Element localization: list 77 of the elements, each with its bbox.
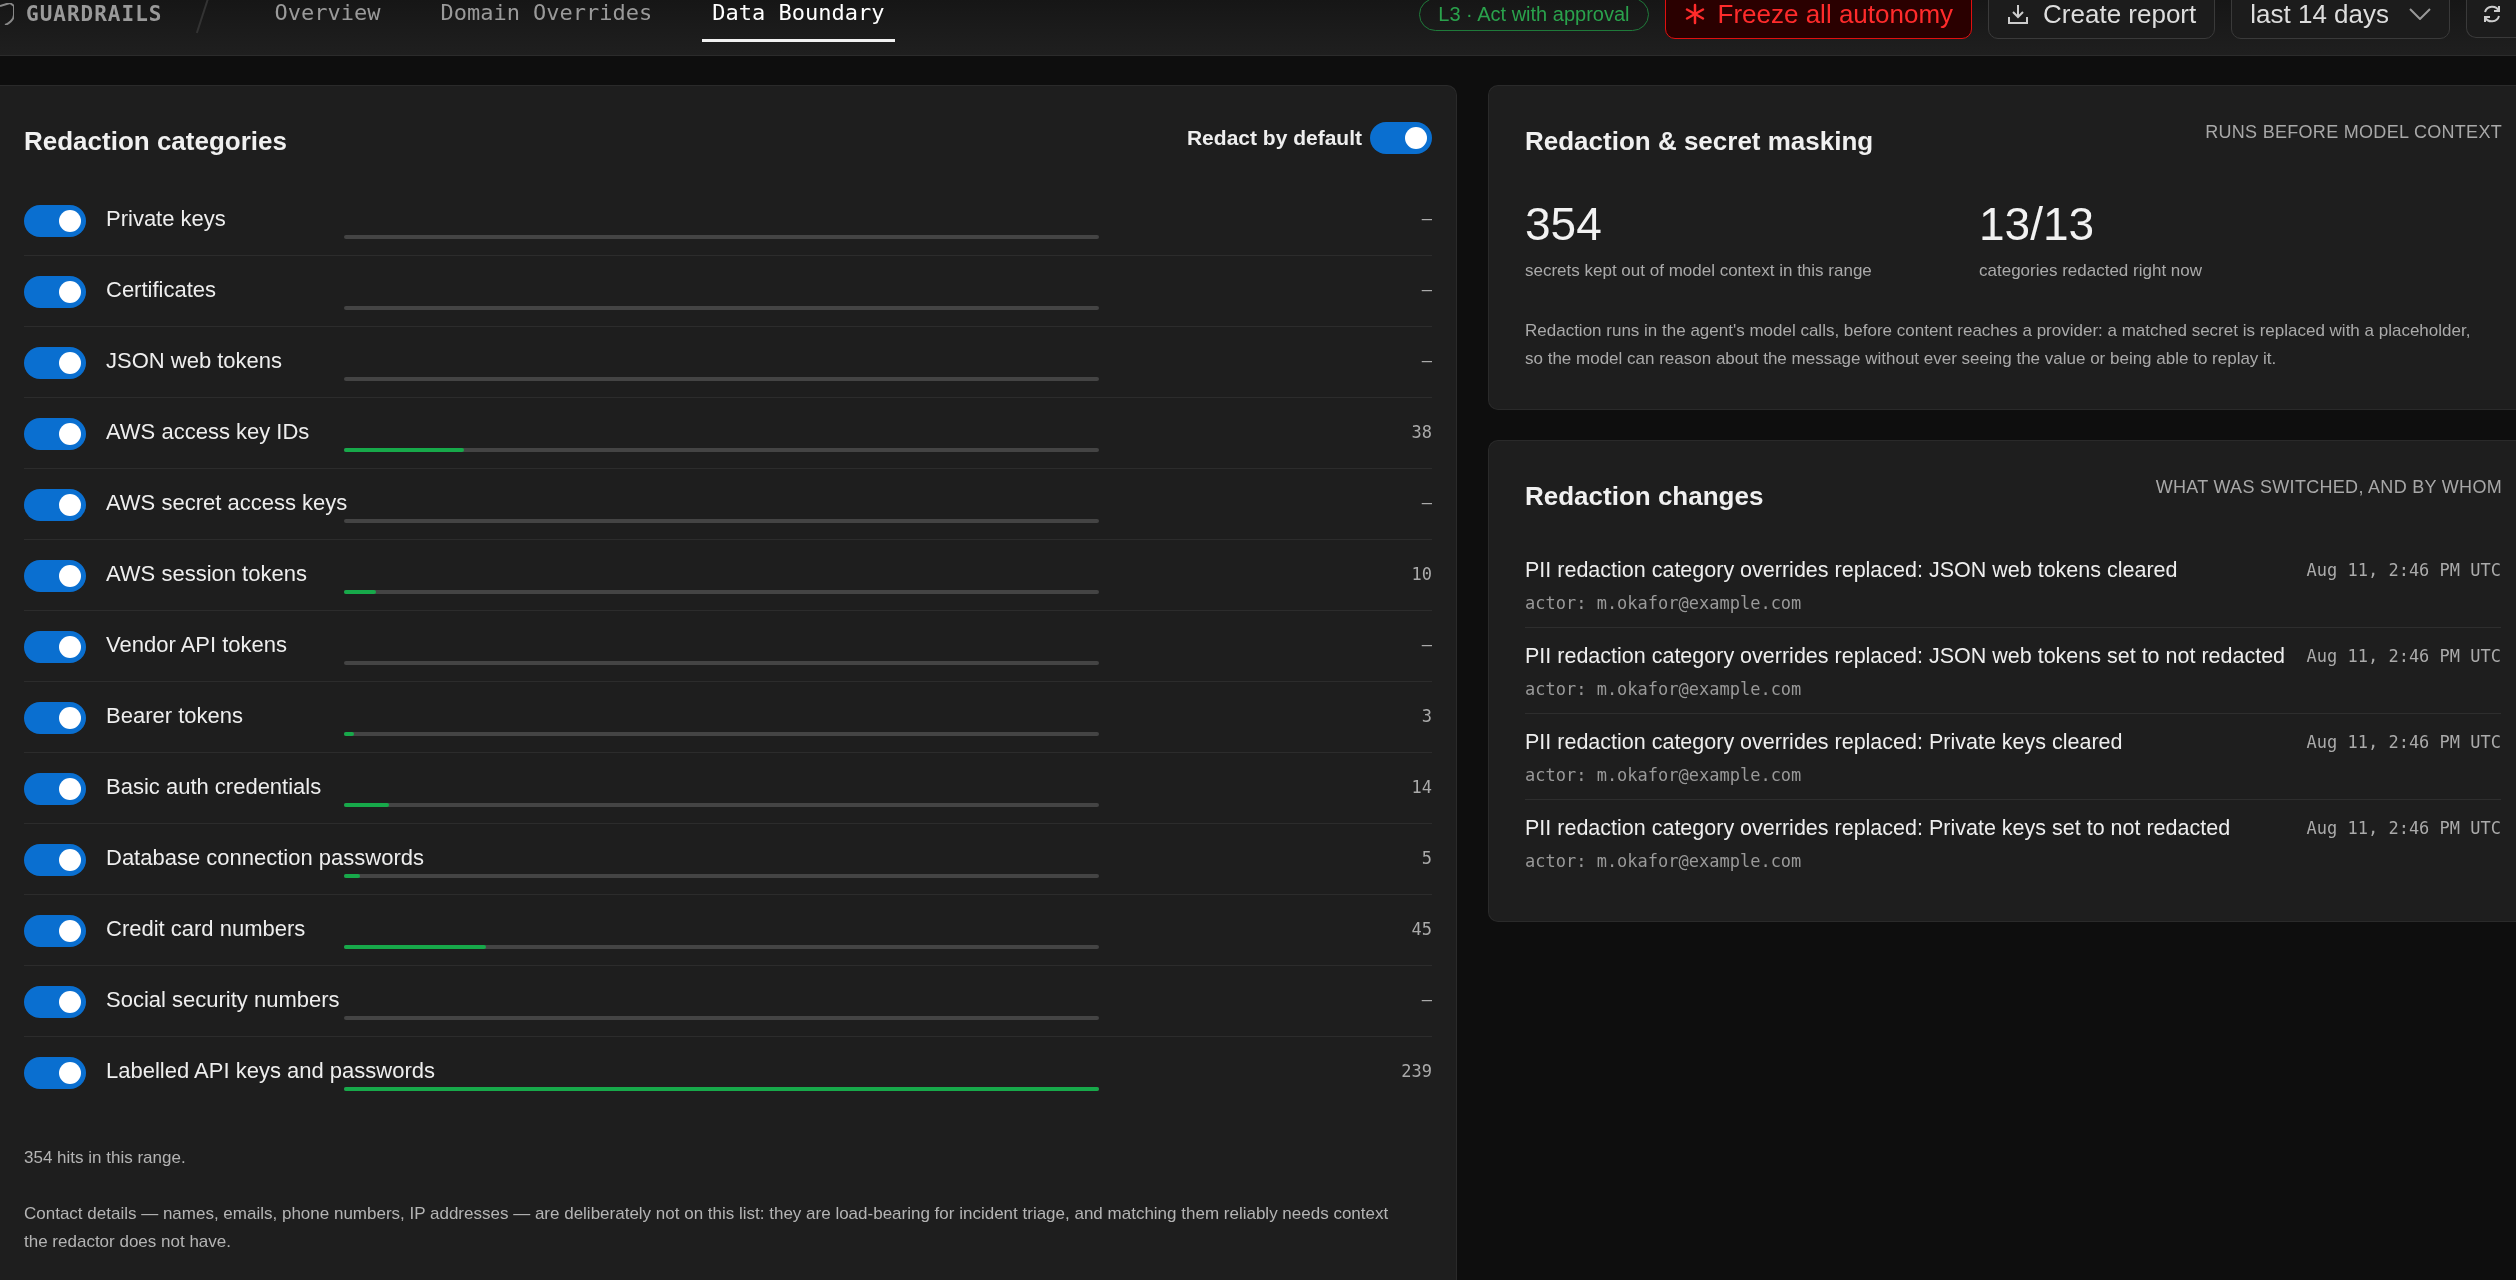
change-actor: actor: m.okafor@example.com xyxy=(1525,679,1803,699)
refresh-button[interactable] xyxy=(2466,0,2516,38)
snowflake-icon xyxy=(1683,3,1706,25)
stat-label: secrets kept out of model context in this range xyxy=(1525,261,1873,281)
category-toggle[interactable] xyxy=(24,1057,86,1089)
category-name: Database connection passwords xyxy=(106,844,425,872)
category-name: Labelled API keys and passwords xyxy=(106,1057,436,1085)
change-time: Aug 11, 2:46 PM UTC xyxy=(2306,645,2501,668)
brand-name: GUARDRAILS xyxy=(26,2,163,26)
nav-tab[interactable]: Overview xyxy=(264,0,391,42)
hit-count: – xyxy=(1420,492,1432,515)
category-toggle[interactable] xyxy=(24,347,86,379)
category-toggle[interactable] xyxy=(24,986,86,1018)
panel-title: Redaction changes xyxy=(1525,480,1764,512)
date-range-select[interactable]: last 14 days xyxy=(2231,0,2450,39)
category-name: AWS session tokens xyxy=(106,560,308,588)
toggle-label: Redact by default xyxy=(1186,126,1362,150)
hit-count: – xyxy=(1420,350,1432,373)
category-name: Basic auth credentials xyxy=(106,773,323,801)
change-time: Aug 11, 2:46 PM UTC xyxy=(2306,731,2501,754)
change-actor: actor: m.okafor@example.com xyxy=(1525,765,1803,785)
stat-label: categories redacted right now xyxy=(1979,261,2204,281)
category-toggle[interactable] xyxy=(24,489,86,521)
panel-title: Redaction categories xyxy=(24,125,287,157)
panel-caption: WHAT WAS SWITCHED, AND BY WHOM xyxy=(2155,477,2502,498)
create-report-button[interactable]: Create report xyxy=(1988,0,2216,39)
footnote-text: Contact details — names, emails, phone numbers, IP addresses — are deliberately not on this list: they are load-bearing for incident triage, and matching them reliably needs context the redactor does not have. xyxy=(24,1203,1390,1253)
download-icon xyxy=(2007,3,2030,25)
category-name: Bearer tokens xyxy=(106,702,244,730)
change-time: Aug 11, 2:46 PM UTC xyxy=(2306,559,2501,582)
hit-count: – xyxy=(1420,208,1432,231)
nav-tab[interactable]: Data Boundary xyxy=(702,0,895,42)
hit-count: 45 xyxy=(1410,918,1432,941)
panel-title: Redaction & secret masking xyxy=(1525,125,1874,157)
category-name: Social security numbers xyxy=(106,986,341,1014)
hit-count: 5 xyxy=(1420,847,1432,870)
category-toggle[interactable] xyxy=(24,915,86,947)
hit-count: 3 xyxy=(1420,705,1432,728)
category-name: AWS secret access keys xyxy=(106,489,349,517)
category-toggle[interactable] xyxy=(24,205,86,237)
hit-count: 14 xyxy=(1410,776,1432,799)
category-toggle[interactable] xyxy=(24,631,86,663)
hit-count: 239 xyxy=(1400,1060,1432,1083)
hit-count: 10 xyxy=(1410,563,1432,586)
category-name: Credit card numbers xyxy=(106,915,307,943)
stat-value: 354 xyxy=(1525,197,1603,251)
description-text: Redaction runs in the agent's model calls, before content reaches a provider: a matched secret is replaced with a placeholder, so the model can reason about the message without ever seeing the value or being able to replay it. xyxy=(1525,320,2472,370)
category-toggle[interactable] xyxy=(24,844,86,876)
category-name: AWS access key IDs xyxy=(106,418,311,446)
category-name: Vendor API tokens xyxy=(106,631,289,659)
shield-icon xyxy=(0,3,14,25)
change-actor: actor: m.okafor@example.com xyxy=(1525,593,1803,613)
category-toggle[interactable] xyxy=(24,773,86,805)
hit-count: – xyxy=(1420,634,1432,657)
category-name: Certificates xyxy=(106,276,218,304)
panel-caption: RUNS BEFORE MODEL CONTEXT xyxy=(2205,122,2502,143)
category-toggle[interactable] xyxy=(24,702,86,734)
change-time: Aug 11, 2:46 PM UTC xyxy=(2306,817,2501,840)
hit-count: – xyxy=(1420,989,1432,1012)
category-name: Private keys xyxy=(106,205,227,233)
category-name: JSON web tokens xyxy=(106,347,284,375)
category-toggle[interactable] xyxy=(24,418,86,450)
chevron-down-icon xyxy=(2409,8,2431,20)
hit-count: 38 xyxy=(1410,421,1432,444)
nav-tab[interactable]: Domain Overrides xyxy=(430,0,663,42)
category-toggle[interactable] xyxy=(24,276,86,308)
change-actor: actor: m.okafor@example.com xyxy=(1525,851,1803,871)
hit-count: – xyxy=(1420,279,1432,302)
hits-summary: 354 hits in this range. xyxy=(24,1147,187,1169)
category-toggle[interactable] xyxy=(24,560,86,592)
redact-default-toggle[interactable] xyxy=(1370,122,1432,154)
change-description: PII redaction category overrides replaced: JSON web tokens cleared xyxy=(1525,557,2178,584)
change-description: PII redaction category overrides replaced: JSON web tokens set to not redacted xyxy=(1525,643,2286,670)
change-description: PII redaction category overrides replaced: Private keys cleared xyxy=(1525,729,2123,756)
change-description: PII redaction category overrides replaced: Private keys set to not redacted xyxy=(1525,815,2231,842)
freeze-button[interactable]: Freeze all autonomy xyxy=(1664,0,1973,39)
stat-value: 13/13 xyxy=(1979,197,2096,251)
